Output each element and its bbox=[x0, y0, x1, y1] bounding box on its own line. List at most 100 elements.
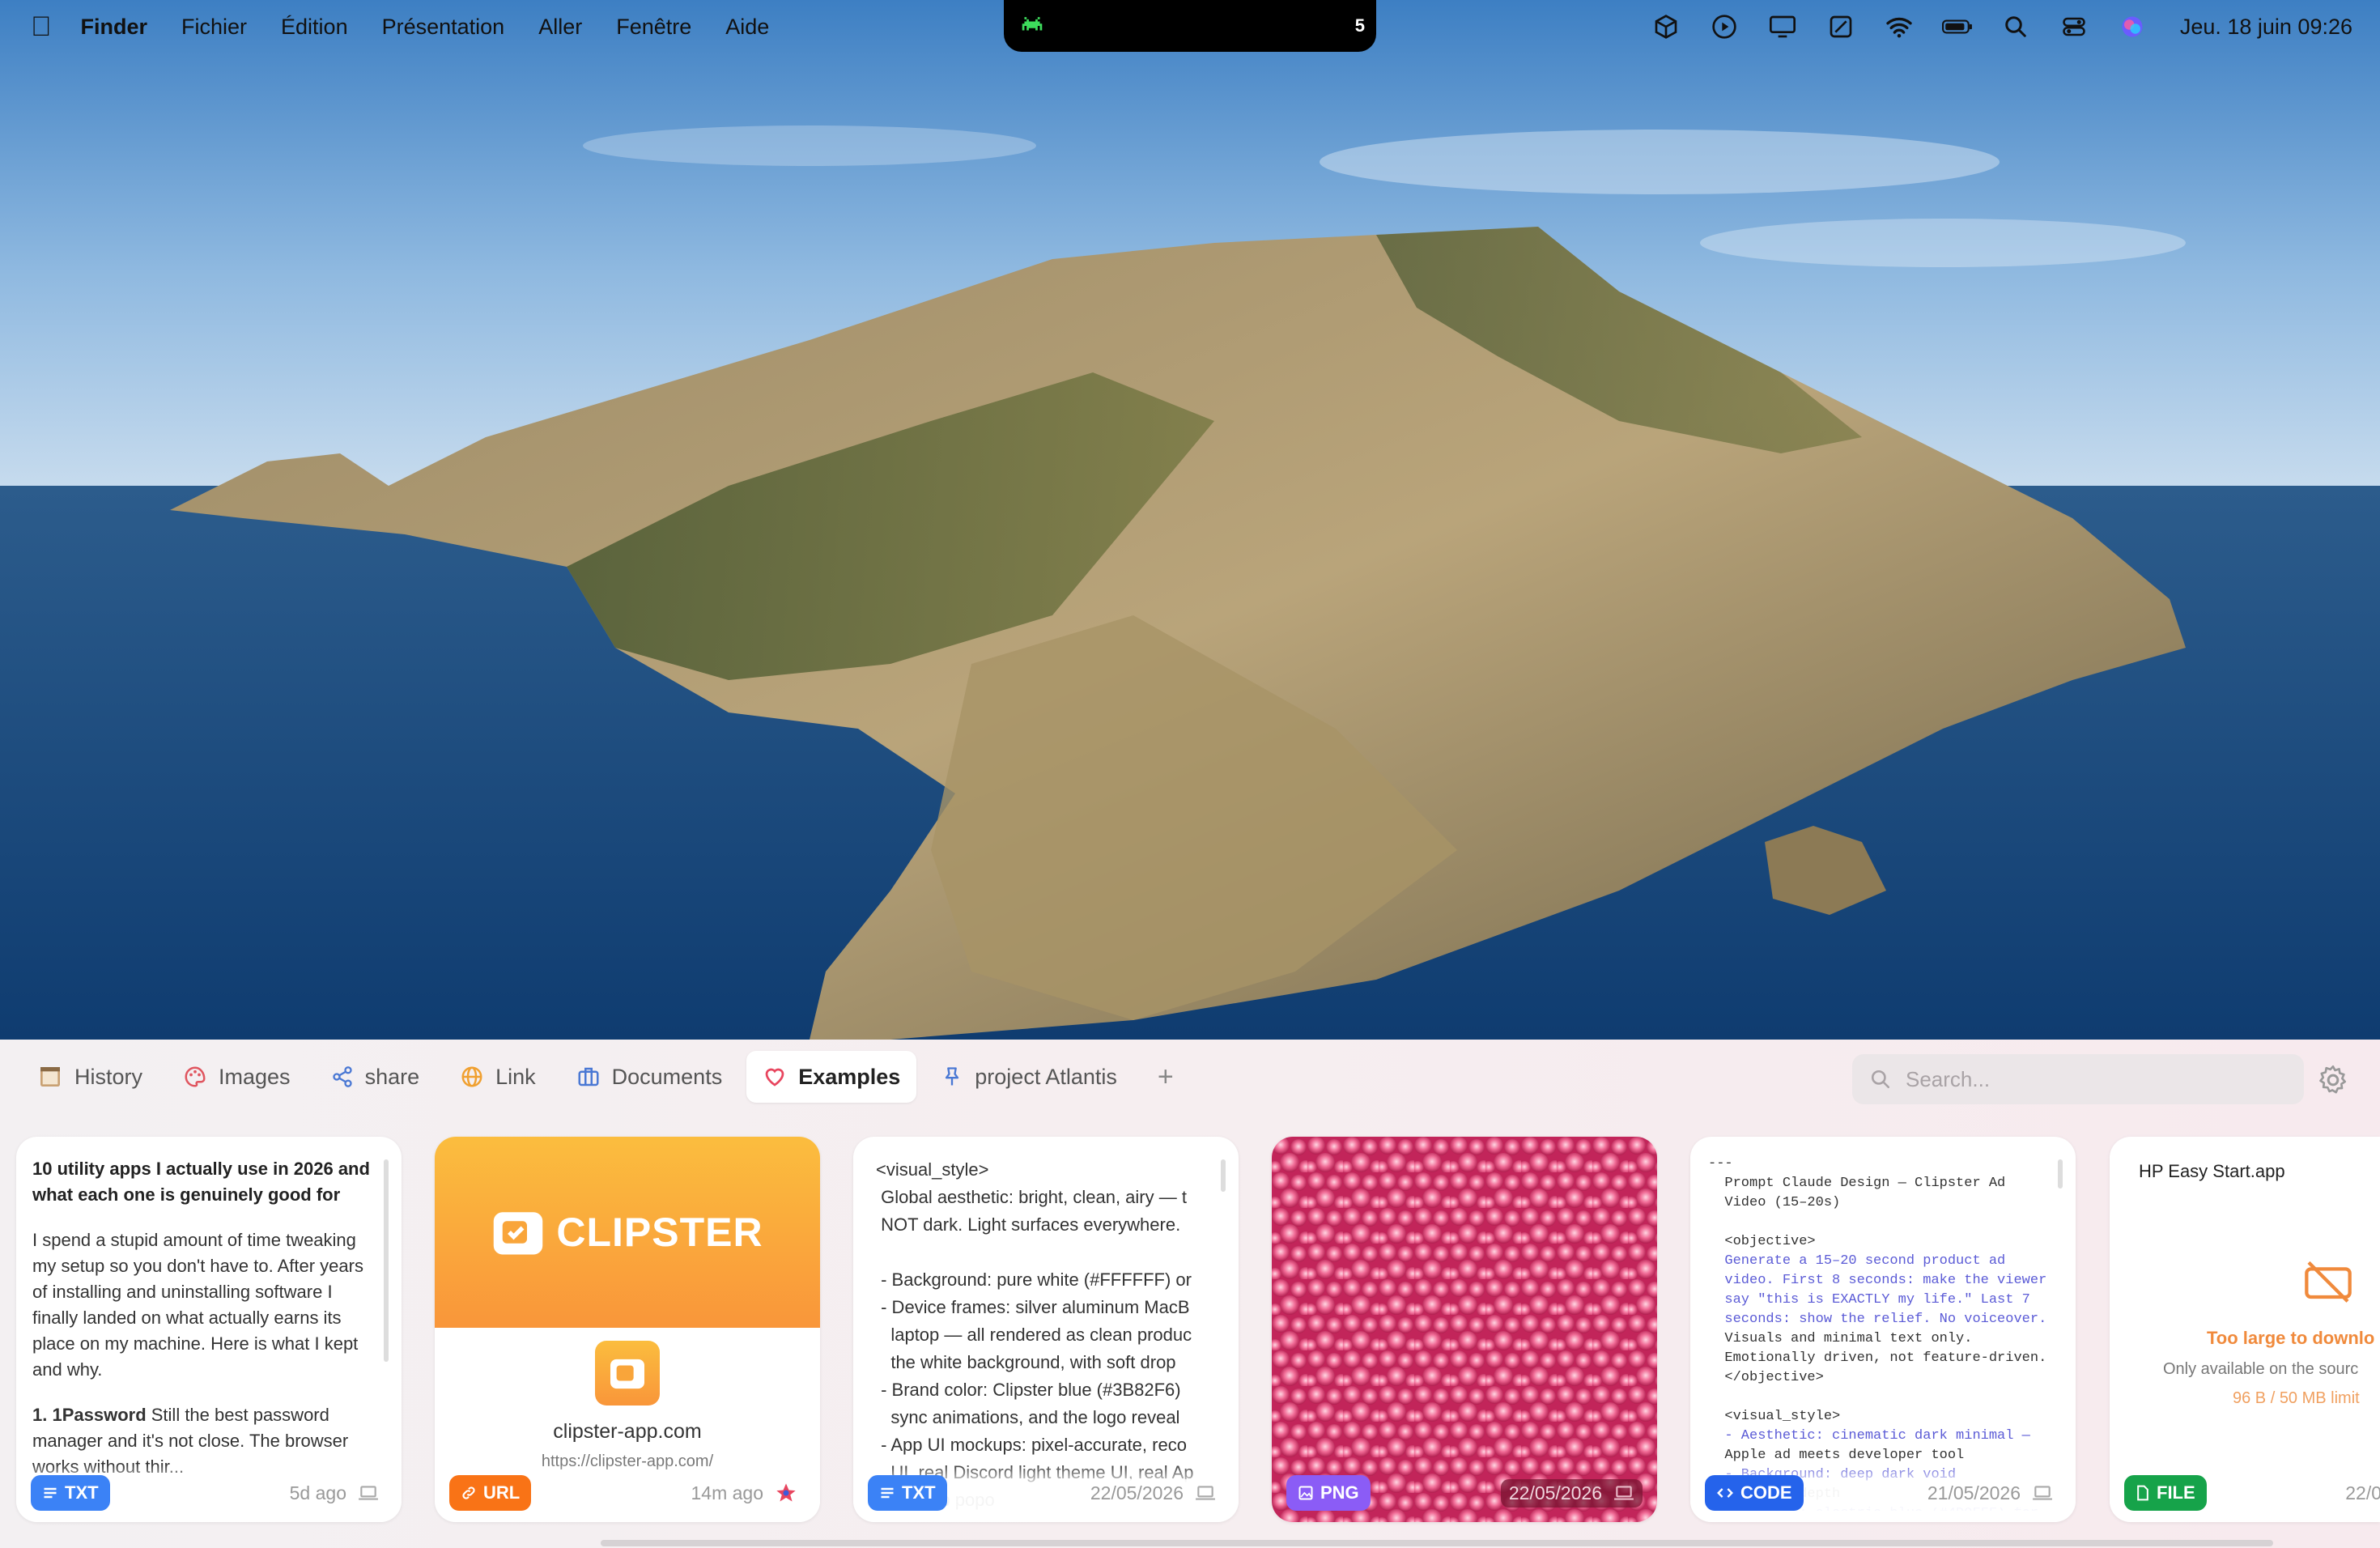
browser-app-icon bbox=[776, 1483, 796, 1502]
text-line: the white background, with soft drop bbox=[876, 1352, 1176, 1372]
text-line: NOT dark. Light surfaces everywhere. bbox=[876, 1214, 1181, 1235]
menu-fenetre[interactable]: Fenêtre bbox=[616, 15, 691, 40]
code-brackets-icon bbox=[1717, 1488, 1733, 1498]
battery-icon[interactable] bbox=[1941, 11, 1973, 42]
card-scrollbar[interactable] bbox=[1221, 1159, 1226, 1192]
code-line: --- bbox=[1708, 1156, 1733, 1172]
menu-bar:  Finder Fichier Édition Présentation Al… bbox=[0, 0, 2380, 53]
tab-project-atlantis[interactable]: project Atlantis bbox=[924, 1051, 1133, 1103]
tab-examples[interactable]: Examples bbox=[746, 1051, 917, 1103]
card-footer: TXT 22/05/2026 bbox=[853, 1464, 1239, 1522]
card-scrollbar[interactable] bbox=[2058, 1159, 2063, 1189]
clip-card-url[interactable]: CLIPSTER clipster-app.com https://clipst… bbox=[435, 1137, 820, 1522]
clip-card-code[interactable]: --- Prompt Claude Design — Clipster Ad V… bbox=[1690, 1137, 2076, 1522]
type-badge: TXT bbox=[31, 1475, 110, 1511]
tab-label: project Atlantis bbox=[975, 1064, 1117, 1089]
menu-fichier[interactable]: Fichier bbox=[181, 15, 247, 40]
clip-card-file[interactable]: HP Easy Start.app Too large to downlo On… bbox=[2110, 1137, 2380, 1522]
search-input[interactable] bbox=[1904, 1065, 2280, 1093]
clipboard-panel: History Images share Link Documents Exam… bbox=[0, 1040, 2380, 1548]
text-line: - App UI mockups: pixel-accurate, reco bbox=[876, 1435, 1187, 1455]
brand-name: CLIPSTER bbox=[556, 1210, 763, 1255]
horizontal-scrollbar[interactable] bbox=[601, 1540, 2273, 1546]
text-line: - Brand color: Clipster blue (#3B82F6) bbox=[876, 1380, 1181, 1400]
clock[interactable]: Jeu. 18 juin 09:26 bbox=[2180, 15, 2352, 40]
card-meta: 22/05/2026 bbox=[1500, 1478, 1643, 1508]
type-label: CODE bbox=[1740, 1482, 1792, 1503]
code-line: - Aesthetic: cinematic dark minimal — bbox=[1708, 1428, 2030, 1444]
card-footer: FILE 22/0 bbox=[2110, 1464, 2380, 1522]
add-tab-button[interactable]: + bbox=[1141, 1061, 1190, 1093]
text-line: laptop — all rendered as clean produc bbox=[876, 1325, 1192, 1345]
download-disabled-icon bbox=[2305, 1261, 2352, 1303]
menu-aller[interactable]: Aller bbox=[538, 15, 582, 40]
text-lines-icon bbox=[44, 1487, 57, 1499]
search-icon[interactable] bbox=[2000, 11, 2031, 42]
app-name-menu[interactable]: Finder bbox=[81, 15, 148, 40]
card-meta: 5d ago bbox=[281, 1478, 387, 1508]
code-line: Generate a 15–20 second product ad bbox=[1708, 1253, 2006, 1269]
palette-icon bbox=[185, 1066, 206, 1087]
clip-card-txt-article[interactable]: 10 utility apps I actually use in 2026 a… bbox=[16, 1137, 402, 1522]
desktop-wallpaper bbox=[0, 0, 2380, 1040]
tablet-icon[interactable] bbox=[1825, 11, 1856, 42]
menu-edition[interactable]: Édition bbox=[281, 15, 348, 40]
tab-share[interactable]: share bbox=[315, 1051, 436, 1103]
share-icon bbox=[332, 1066, 352, 1087]
code-line: Visuals and minimal text only. bbox=[1708, 1331, 1973, 1346]
search-icon bbox=[1871, 1070, 1890, 1089]
play-icon[interactable] bbox=[1709, 11, 1740, 42]
document-icon bbox=[2137, 1485, 2148, 1501]
tab-documents[interactable]: Documents bbox=[560, 1051, 739, 1103]
type-badge: URL bbox=[449, 1475, 532, 1511]
card-content: <visual_style> Global aesthetic: bright,… bbox=[876, 1156, 1224, 1512]
code-line: Prompt Claude Design — Clipster Ad bbox=[1708, 1176, 2006, 1191]
control-center-icon[interactable] bbox=[2059, 11, 2089, 42]
code-line: </objective> bbox=[1708, 1370, 1824, 1385]
menu-aide[interactable]: Aide bbox=[725, 15, 769, 40]
gear-icon[interactable] bbox=[2317, 1064, 2349, 1096]
card-content: --- Prompt Claude Design — Clipster Ad V… bbox=[1708, 1155, 2056, 1511]
card-time: 21/05/2026 bbox=[1927, 1482, 2021, 1503]
card-scrollbar[interactable] bbox=[384, 1159, 389, 1362]
laptop-icon bbox=[2033, 1486, 2052, 1500]
pin-icon bbox=[946, 1067, 959, 1086]
list-item-title: 1. 1Password bbox=[32, 1405, 147, 1425]
card-footer: TXT 5d ago bbox=[16, 1464, 402, 1522]
card-content: 10 utility apps I actually use in 2026 a… bbox=[32, 1156, 380, 1480]
tab-label: share bbox=[364, 1064, 420, 1089]
text-line: - Background: pure white (#FFFFFF) or bbox=[876, 1269, 1192, 1290]
code-line: video. First 8 seconds: make the viewer bbox=[1708, 1273, 2047, 1288]
clipster-favicon-icon bbox=[610, 1359, 644, 1389]
tab-images[interactable]: Images bbox=[167, 1051, 307, 1103]
box-icon[interactable] bbox=[1651, 11, 1681, 42]
wifi-icon[interactable] bbox=[1884, 11, 1915, 42]
display-icon[interactable] bbox=[1767, 11, 1798, 42]
notch-widget[interactable]: 5 bbox=[1004, 0, 1376, 52]
clipster-logo-icon bbox=[494, 1212, 543, 1255]
card-meta: 14m ago bbox=[682, 1478, 805, 1508]
code-line: Video (15–20s) bbox=[1708, 1195, 1841, 1210]
code-line: <visual_style> bbox=[1708, 1409, 1841, 1424]
menu-presentation[interactable]: Présentation bbox=[382, 15, 505, 40]
apple-menu-icon[interactable]:  bbox=[31, 11, 52, 43]
tab-link[interactable]: Link bbox=[444, 1051, 552, 1103]
type-label: PNG bbox=[1320, 1482, 1359, 1503]
card-footer: URL 14m ago bbox=[435, 1464, 820, 1522]
siri-icon[interactable] bbox=[2117, 11, 2148, 42]
card-time: 22/05/2026 bbox=[1508, 1482, 1602, 1503]
card-meta: 22/05/2026 bbox=[1082, 1478, 1224, 1508]
status-area: Jeu. 18 juin 09:26 bbox=[1651, 0, 2352, 53]
card-footer: CODE 21/05/2026 bbox=[1690, 1464, 2076, 1522]
code-line: Emotionally driven, not feature-driven. bbox=[1708, 1350, 2047, 1366]
clip-card-png[interactable]: PNG 22/05/2026 bbox=[1272, 1137, 1657, 1522]
clip-card-txt-style[interactable]: <visual_style> Global aesthetic: bright,… bbox=[853, 1137, 1239, 1522]
card-title: 10 utility apps I actually use in 2026 a… bbox=[32, 1159, 370, 1205]
tab-history[interactable]: History bbox=[21, 1051, 159, 1103]
type-label: TXT bbox=[65, 1482, 99, 1503]
text-line: <visual_style> bbox=[876, 1159, 989, 1180]
tab-label: Examples bbox=[798, 1064, 901, 1089]
type-label: FILE bbox=[2157, 1482, 2195, 1503]
